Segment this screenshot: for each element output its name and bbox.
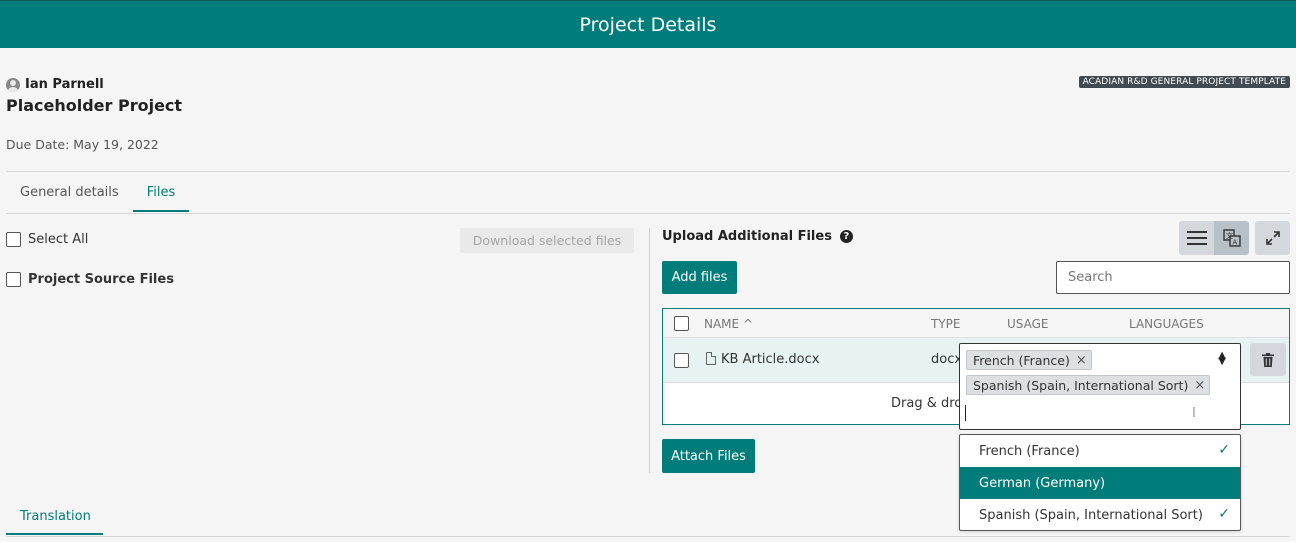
language-option[interactable]: Spanish (Spain, International Sort) ✓ [960, 499, 1240, 531]
page-header: Project Details [0, 0, 1296, 48]
translate-view-button[interactable]: 文 A [1214, 221, 1249, 255]
languages-dropdown: French (France) ✓ German (Germany) Spani… [959, 434, 1241, 531]
language-option[interactable]: French (France) ✓ [960, 435, 1240, 467]
row-checkbox[interactable] [674, 353, 689, 368]
upload-title-text: Upload Additional Files [662, 229, 832, 244]
language-option[interactable]: German (Germany) [960, 467, 1240, 499]
language-chip: Spanish (Spain, International Sort) × [966, 375, 1211, 395]
source-files-checkbox[interactable] [6, 272, 21, 287]
sort-icon[interactable]: ▲ ▼ [1218, 351, 1226, 367]
tab-bar: General details Files [6, 178, 1290, 214]
trash-icon [1262, 352, 1274, 367]
expand-icon [1265, 231, 1280, 245]
check-icon: ✓ [1218, 442, 1230, 458]
tab-files[interactable]: Files [132, 178, 190, 212]
option-label: Spanish (Spain, International Sort) [979, 508, 1203, 523]
option-label: French (France) [979, 444, 1080, 459]
divider [6, 171, 1290, 172]
project-name: Placeholder Project [6, 96, 183, 115]
download-selected-button[interactable]: Download selected files [460, 228, 634, 253]
language-chip: French (France) × [966, 350, 1092, 370]
file-type: docx [931, 352, 963, 367]
translate-view-icon: 文 A [1222, 229, 1241, 247]
tab-general-details[interactable]: General details [6, 178, 133, 213]
list-view-button[interactable] [1179, 221, 1214, 255]
select-all-label: Select All [28, 232, 89, 247]
panel-divider [649, 228, 650, 473]
delete-file-button[interactable] [1250, 343, 1286, 376]
svg-text:A: A [1232, 239, 1237, 247]
expand-button[interactable] [1255, 221, 1290, 255]
sort-asc-icon: ^ [742, 317, 754, 331]
check-icon: ✓ [1218, 506, 1230, 522]
list-view-icon [1186, 231, 1207, 245]
upload-title: Upload Additional Files ? [662, 229, 853, 244]
help-icon[interactable]: ? [839, 230, 853, 243]
table-header: NAME ^ TYPE USAGE LANGUAGES [663, 309, 1289, 338]
column-usage: USAGE [1007, 317, 1049, 331]
languages-multiselect[interactable]: French (France) × Spanish (Spain, Intern… [959, 343, 1241, 430]
select-all-checkbox[interactable] [6, 232, 21, 247]
owner-name: Ian Parnell [25, 77, 104, 92]
page-title: Project Details [579, 13, 717, 36]
remove-chip-icon[interactable]: × [1076, 353, 1087, 368]
chip-label: Spanish (Spain, International Sort) [973, 377, 1189, 393]
drop-zone-text[interactable]: Drag & dro [891, 396, 962, 411]
remove-chip-icon[interactable]: × [1194, 378, 1205, 393]
select-all[interactable]: Select All [6, 232, 88, 247]
file-name: KB Article.docx [721, 352, 820, 367]
add-files-button[interactable]: Add files [662, 261, 737, 294]
option-label: German (Germany) [979, 476, 1106, 491]
ibeam-cursor-icon: I [1192, 406, 1196, 421]
due-date: Due Date: May 19, 2022 [6, 137, 159, 152]
header-checkbox[interactable] [674, 316, 689, 331]
divider [6, 536, 1290, 537]
attach-files-button[interactable]: Attach Files [662, 439, 755, 473]
column-name[interactable]: NAME ^ [704, 317, 753, 331]
file-icon [706, 352, 716, 365]
source-files-label: Project Source Files [28, 272, 174, 287]
project-source-files[interactable]: Project Source Files [6, 272, 174, 287]
column-languages: LANGUAGES [1129, 317, 1204, 331]
chip-label: French (France) [973, 352, 1070, 368]
tab-translation[interactable]: Translation [6, 503, 103, 535]
text-caret [965, 405, 966, 421]
template-badge: ACADIAN R&D GENERAL PROJECT TEMPLATE [1078, 76, 1290, 88]
project-owner: Ian Parnell [6, 77, 104, 92]
user-icon [6, 77, 20, 92]
column-type: TYPE [931, 317, 961, 331]
search-input[interactable] [1056, 261, 1290, 294]
